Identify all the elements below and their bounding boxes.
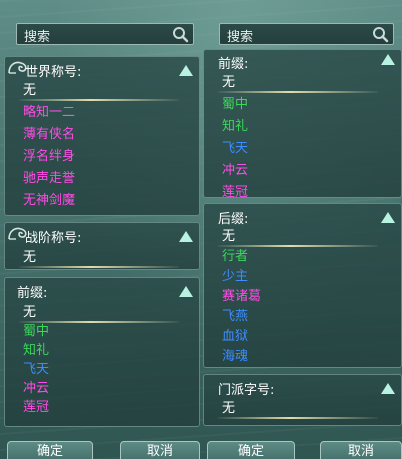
list-item[interactable]: 无 <box>18 82 180 101</box>
right-confirm-button[interactable]: 确定 <box>207 441 295 459</box>
left-cancel-button[interactable]: 取消 <box>120 441 200 459</box>
collapse-triangle-icon[interactable] <box>381 212 395 223</box>
list-item[interactable]: 赛诸葛 <box>222 288 261 306</box>
collapse-triangle-icon[interactable] <box>179 65 193 76</box>
right-search-placeholder: 搜索 <box>227 30 254 45</box>
collapse-triangle-icon[interactable] <box>381 54 395 65</box>
list-item[interactable]: 蜀中 <box>222 96 248 114</box>
sect-title-panel: 门派字号: 无 <box>203 374 402 426</box>
list-item[interactable]: 冲云 <box>222 162 248 180</box>
rank-title-heading: 战阶称号: <box>25 231 82 246</box>
list-item[interactable]: 无 <box>18 249 180 268</box>
list-item[interactable]: 蜀中 <box>23 323 49 341</box>
right-search-box[interactable]: 搜索 <box>219 23 394 45</box>
list-item[interactable]: 海魂 <box>222 348 248 366</box>
left-search-box[interactable]: 搜索 <box>16 23 194 45</box>
list-item[interactable]: 知礼 <box>222 118 248 136</box>
list-item[interactable]: 飞燕 <box>222 308 248 326</box>
list-item[interactable]: 行者 <box>222 248 248 266</box>
list-item[interactable]: 无 <box>217 228 379 247</box>
world-title-panel: 世界称号: 无略知一二薄有侠名浮名绊身驰声走誉无神剑魔 <box>4 56 200 216</box>
list-item[interactable]: 浮名绊身 <box>23 148 75 166</box>
search-icon[interactable] <box>372 26 389 43</box>
list-item[interactable]: 知礼 <box>23 342 49 360</box>
world-title-heading: 世界称号: <box>25 65 82 80</box>
right-prefix-panel: 前缀: 无蜀中知礼飞天冲云莲冠 <box>203 49 402 200</box>
list-item[interactable]: 无 <box>217 400 379 419</box>
collapse-triangle-icon[interactable] <box>179 286 193 297</box>
list-item[interactable]: 无 <box>18 304 180 323</box>
suffix-heading: 后缀: <box>218 212 249 227</box>
sect-title-heading: 门派字号: <box>218 383 275 398</box>
list-item[interactable]: 冲云 <box>23 380 49 398</box>
list-item[interactable]: 血狱 <box>222 328 248 346</box>
list-item[interactable]: 飞天 <box>222 140 248 158</box>
left-search-placeholder: 搜索 <box>24 30 51 45</box>
left-prefix-panel: 前缀: 无蜀中 知礼 飞天 冲云 莲冠 <box>4 277 200 427</box>
list-item[interactable]: 无 <box>217 74 379 93</box>
list-item[interactable]: 少主 <box>222 268 248 286</box>
list-item[interactable]: 驰声走誉 <box>23 170 75 188</box>
list-item[interactable]: 莲冠 <box>23 399 49 417</box>
right-prefix-heading: 前缀: <box>218 57 249 72</box>
list-item[interactable]: 薄有侠名 <box>23 126 75 144</box>
list-item[interactable]: 略知一二 <box>23 104 75 122</box>
suffix-panel: 后缀: 无行者少主赛诸葛飞燕血狱海魂 <box>203 203 402 368</box>
left-confirm-button[interactable]: 确定 <box>7 441 93 459</box>
list-item[interactable]: 无神剑魔 <box>23 192 75 210</box>
search-icon[interactable] <box>172 26 189 43</box>
rank-title-panel: 战阶称号: 无 <box>4 222 200 270</box>
list-item[interactable]: 莲冠 <box>222 184 248 202</box>
collapse-triangle-icon[interactable] <box>381 383 395 394</box>
list-item[interactable]: 飞天 <box>23 361 49 379</box>
left-prefix-heading: 前缀: <box>17 286 48 301</box>
collapse-triangle-icon[interactable] <box>179 231 193 242</box>
right-cancel-button[interactable]: 取消 <box>320 441 402 459</box>
